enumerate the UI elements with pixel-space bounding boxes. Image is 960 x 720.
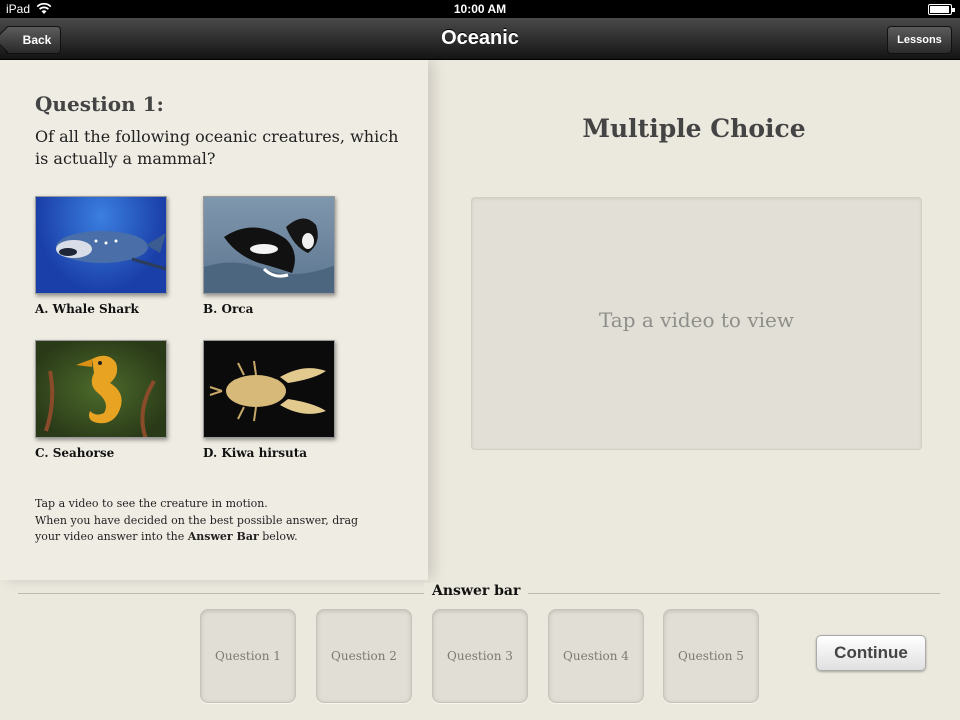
seahorse-image [44, 355, 156, 437]
answer-bar-emphasis: Answer Bar [187, 530, 259, 543]
page-title: Oceanic [441, 27, 519, 49]
orca-video-thumbnail[interactable] [203, 196, 335, 294]
choice-label-c: C. Seahorse [35, 446, 115, 460]
battery-icon [928, 4, 955, 15]
status-bar: iPad 10:00 AM [0, 0, 960, 18]
question-text: Of all the following oceanic creatures, … [35, 127, 399, 168]
choice-label-d: D. Kiwa hirsuta [203, 446, 308, 460]
continue-button[interactable]: Continue [816, 635, 926, 671]
instructions-line-3-suffix: below. [262, 530, 298, 543]
instructions-line-3: your video answer into the Answer Bar be… [35, 529, 415, 546]
instructions: Tap a video to see the creature in motio… [35, 496, 415, 546]
video-panel-title: Multiple Choice [582, 114, 806, 143]
battery-level-fill [930, 6, 949, 13]
kiwa-hirsuta-image [209, 360, 326, 422]
instructions-line-1: Tap a video to see the creature in motio… [35, 497, 268, 510]
choice-label-a: A. Whale Shark [35, 302, 139, 316]
status-time: 10:00 AM [453, 2, 507, 16]
choice-card-a[interactable]: A. Whale Shark [35, 196, 167, 316]
video-placeholder-text: Tap a video to view [599, 308, 794, 332]
instructions-line-3-prefix: your video answer into the [35, 530, 185, 543]
lessons-button[interactable]: Lessons [887, 26, 952, 54]
answer-slot-2[interactable]: Question 2 [316, 609, 412, 703]
question-heading: Question 1: [35, 92, 164, 116]
whale-shark-video-thumbnail[interactable] [35, 196, 167, 294]
seahorse-video-thumbnail[interactable] [35, 340, 167, 438]
navigation-bar: Back Oceanic Lessons [0, 18, 960, 60]
kiwa-hirsuta-video-thumbnail[interactable] [203, 340, 335, 438]
choice-label-b: B. Orca [203, 302, 254, 316]
answer-slot-4[interactable]: Question 4 [548, 609, 644, 703]
answer-slot-5[interactable]: Question 5 [663, 609, 759, 703]
instructions-line-2: When you have decided on the best possib… [35, 513, 359, 527]
choice-card-b[interactable]: B. Orca [203, 196, 335, 316]
video-viewer[interactable]: Tap a video to view [471, 197, 922, 450]
choice-card-d[interactable]: D. Kiwa hirsuta [203, 340, 335, 460]
answer-slot-1[interactable]: Question 1 [200, 609, 296, 703]
choice-card-c[interactable]: C. Seahorse [35, 340, 167, 460]
answer-slot-3[interactable]: Question 3 [432, 609, 528, 703]
whale-shark-image [56, 231, 166, 271]
answer-bar-label: Answer bar [424, 583, 529, 599]
orca-image [204, 218, 334, 293]
